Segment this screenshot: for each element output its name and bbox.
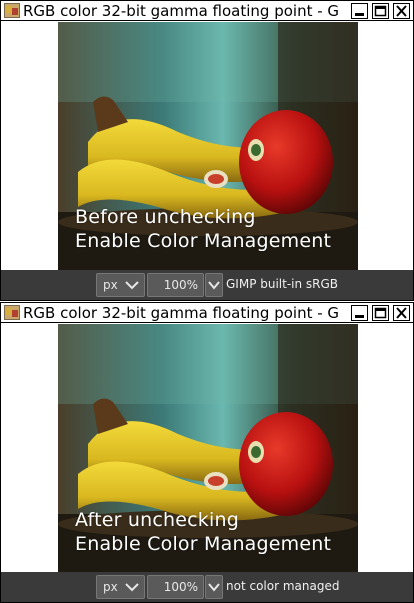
status-bar: px 100% not color managed bbox=[1, 572, 413, 602]
close-icon bbox=[396, 307, 407, 319]
overlay-line-1: Before unchecking bbox=[75, 206, 256, 228]
gimp-app-icon bbox=[4, 305, 20, 320]
overlay-line-1: After unchecking bbox=[75, 509, 239, 531]
close-button[interactable] bbox=[393, 305, 410, 321]
zoom-dropdown-button[interactable] bbox=[205, 273, 223, 297]
unit-selector[interactable]: px bbox=[96, 273, 145, 297]
image-window-before: RGB color 32-bit gamma floating point - … bbox=[0, 0, 414, 301]
minimize-button[interactable] bbox=[351, 3, 368, 19]
close-icon bbox=[396, 5, 407, 17]
chevron-down-icon bbox=[125, 583, 139, 592]
unit-value: px bbox=[103, 278, 118, 292]
close-button[interactable] bbox=[393, 3, 410, 19]
zoom-value: 100% bbox=[163, 278, 198, 292]
color-profile-label: GIMP built-in sRGB bbox=[226, 277, 339, 291]
unit-value: px bbox=[103, 580, 118, 594]
chevron-down-icon bbox=[208, 281, 220, 290]
minimize-icon bbox=[355, 13, 364, 16]
unit-selector[interactable]: px bbox=[96, 575, 145, 599]
title-bar[interactable]: RGB color 32-bit gamma floating point - … bbox=[1, 303, 413, 323]
banana-apple-photo: After unchecking Enable Color Management bbox=[58, 324, 358, 572]
image-canvas[interactable]: Before unchecking Enable Color Managemen… bbox=[1, 22, 413, 270]
zoom-dropdown-button[interactable] bbox=[205, 575, 223, 599]
chevron-down-icon bbox=[125, 281, 139, 290]
banana-apple-photo: Before unchecking Enable Color Managemen… bbox=[58, 22, 358, 270]
status-bar: px 100% GIMP built-in sRGB bbox=[1, 270, 413, 300]
zoom-input[interactable]: 100% bbox=[147, 575, 204, 599]
chevron-down-icon bbox=[208, 583, 220, 592]
image-window-after: RGB color 32-bit gamma floating point - … bbox=[0, 302, 414, 603]
gimp-app-icon bbox=[4, 3, 20, 18]
overlay-line-2: Enable Color Management bbox=[75, 230, 332, 252]
maximize-button[interactable] bbox=[372, 305, 389, 321]
window-title: RGB color 32-bit gamma floating point - … bbox=[23, 2, 340, 20]
maximize-button[interactable] bbox=[372, 3, 389, 19]
maximize-icon bbox=[374, 307, 387, 319]
window-title: RGB color 32-bit gamma floating point - … bbox=[23, 304, 340, 322]
maximize-icon bbox=[374, 5, 387, 17]
title-bar[interactable]: RGB color 32-bit gamma floating point - … bbox=[1, 1, 413, 21]
zoom-value: 100% bbox=[163, 580, 198, 594]
zoom-input[interactable]: 100% bbox=[147, 273, 204, 297]
minimize-icon bbox=[355, 315, 364, 318]
color-profile-label: not color managed bbox=[226, 579, 340, 593]
overlay-line-2: Enable Color Management bbox=[75, 533, 332, 555]
minimize-button[interactable] bbox=[351, 305, 368, 321]
image-canvas[interactable]: After unchecking Enable Color Management bbox=[1, 324, 413, 572]
